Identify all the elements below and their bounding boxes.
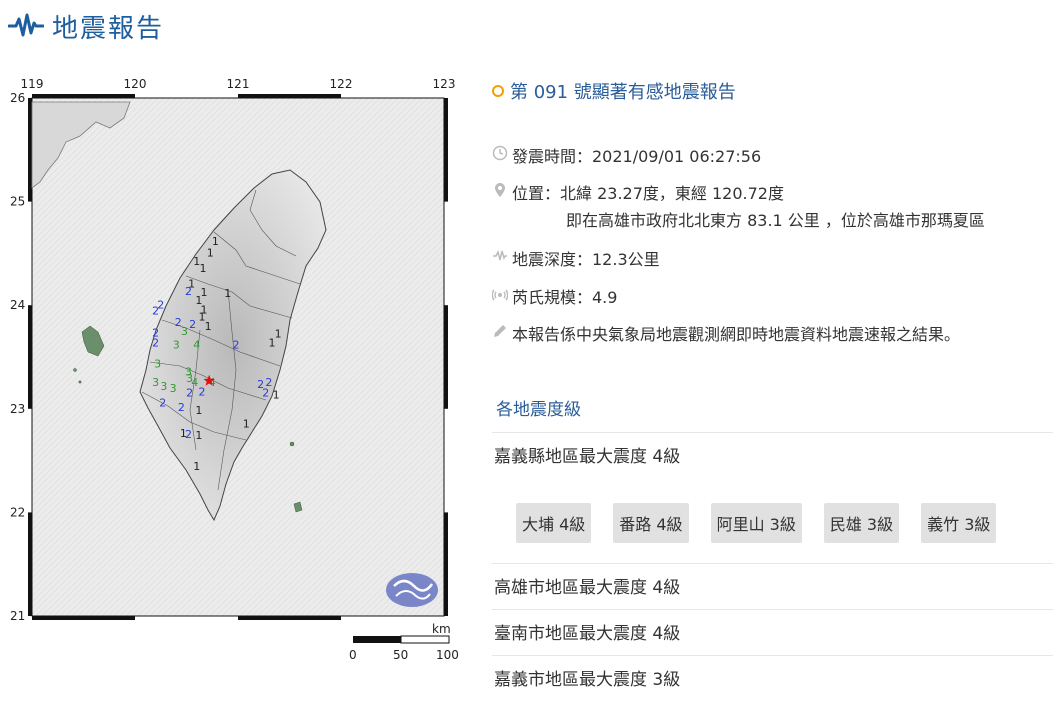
intensity-marker: 1 [205,320,212,333]
station-chip: 番路 4級 [613,503,689,543]
intensity-marker: 3 [160,380,167,393]
intensity-marker: 4 [193,339,200,352]
intensity-marker: 1 [268,337,275,350]
report-title-text: 第 091 號顯著有感地震報告 [510,82,736,103]
frame-tick [444,512,448,616]
frame-tick [444,98,448,202]
region-row-kaohsiung[interactable]: 高雄市地區最大震度 4級 [492,563,1053,607]
frame-tick [32,616,135,620]
region-label: 臺南市地區最大震度 4級 [494,624,681,644]
region-label: 嘉義市地區最大震度 3級 [494,670,681,690]
location-text: 位置：北緯 23.27度，東經 120.72度 [512,184,784,203]
location: 位置：北緯 23.27度，東經 120.72度 [492,180,784,204]
lon-tick-label: 123 [433,77,456,91]
intensity-marker: 3 [152,376,159,389]
depth: 地震深度：12.3公里 [492,246,660,270]
scale-label-100: 100 [436,648,459,662]
latitude-labels: 26 25 24 23 22 21 [10,91,25,623]
lat-tick-label: 24 [10,298,25,312]
magnitude-text: 芮氏規模：4.9 [512,288,618,307]
lat-tick-label: 23 [10,402,25,416]
frame-tick [28,98,32,202]
frame-tick [28,512,32,616]
lat-tick-label: 21 [10,609,25,623]
station-chip: 大埔 4級 [516,503,592,543]
lon-tick-label: 121 [227,77,250,91]
intensity-marker: 2 [189,318,196,331]
frame-tick [28,305,32,409]
intensity-marker: 2 [186,386,193,399]
page-title: 地震報告 [52,13,165,44]
map-pin-icon [495,183,505,197]
intensity-marker: 1 [224,287,231,300]
intensity-marker: 1 [199,262,206,275]
longitude-labels: 119 120 121 122 123 [21,77,456,91]
intensity-marker: 2 [159,397,166,410]
station-list: 大埔 4級 番路 4級 阿里山 3級 民雄 3級 義竹 3級 [516,503,997,543]
intensity-marker: 2 [262,386,269,399]
region-row-chiayi-city[interactable]: 嘉義市地區最大震度 3級 [492,655,1053,699]
intensity-marker: 3 [154,357,161,370]
clock-icon [492,145,508,161]
lat-tick-label: 26 [10,91,25,105]
location-detail: 即在高雄市政府北北東方 83.1 公里 ，位於高雄市那瑪夏區 [566,211,985,230]
intensity-marker: 1 [243,417,250,430]
lat-tick-label: 22 [10,505,25,519]
intensity-marker: 1 [275,327,282,340]
frame-tick [238,616,341,620]
report-panel: 第 091 號顯著有感地震報告 發震時間：2021/09/01 06:27:56… [492,0,1053,706]
intensity-marker: 2 [198,385,205,398]
intensity-marker: 2 [185,428,192,441]
region-row-tainan[interactable]: 臺南市地區最大震度 4級 [492,609,1053,653]
map-svg: 119 120 121 122 123 262524232221 111112 1 1122… [10,77,459,662]
frame-tick [238,94,341,98]
seismic-wave-icon [8,13,44,37]
region-row-chiayi-county[interactable]: 嘉義縣地區最大震度 4級 [492,432,1053,476]
origin-time-text: 發震時間：2021/09/01 06:27:56 [512,147,762,166]
wave-icon [493,249,507,261]
lat-tick-label: 25 [10,195,25,209]
intensity-marker: 1 [193,460,200,473]
station-chip: 民雄 3級 [823,503,900,543]
magnitude: 芮氏規模：4.9 [492,284,617,308]
report-title: 第 091 號顯著有感地震報告 [492,78,736,104]
report-note: 本報告係中央氣象局地震觀測網即時地震資料地震速報之結果。 [492,321,960,345]
report-note-text: 本報告係中央氣象局地震觀測網即時地震資料地震速報之結果。 [512,325,961,344]
frame-tick [32,94,135,98]
depth-text: 地震深度：12.3公里 [512,250,660,269]
page-header: 地震報告 [8,8,164,44]
intensity-marker: 3 [173,339,180,352]
origin-time: 發震時間：2021/09/01 06:27:56 [492,143,761,167]
region-label: 高雄市地區最大震度 4級 [494,578,681,598]
intensity-marker: 2 [185,285,192,298]
intensity-marker: 1 [195,429,202,442]
lon-tick-label: 122 [330,77,353,91]
cwb-logo [386,573,438,607]
lon-tick-label: 119 [21,77,44,91]
intensity-section-title: 各地震度級 [496,400,581,420]
scale-label-50: 50 [393,648,408,662]
earthquake-map: 119 120 121 122 123 26 25 24 23 22 21 11111211122… [0,70,470,706]
frame-tick [444,305,448,409]
intensity-marker: 1 [195,404,202,417]
scale-unit: km [432,622,451,636]
station-chip: 阿里山 3級 [710,503,802,543]
pencil-icon [494,325,506,337]
signal-icon [492,289,508,301]
intensity-marker: 1 [207,247,214,260]
intensity-marker: 2 [232,339,239,352]
intensity-marker: 2 [152,305,159,318]
intensity-marker: 2 [152,337,159,350]
intensity-marker: 3 [170,382,177,395]
station-chip: 義竹 3級 [921,503,997,543]
bullet-icon [492,85,504,97]
intensity-marker: 2 [178,401,185,414]
intensity-marker: 1 [273,388,280,401]
lon-tick-label: 120 [124,77,147,91]
intensity-marker: 3 [181,325,188,338]
region-label: 嘉義縣地區最大震度 4級 [494,447,681,467]
scale-label-0: 0 [349,648,357,662]
scale-bar: km 0 50 100 [349,622,459,662]
